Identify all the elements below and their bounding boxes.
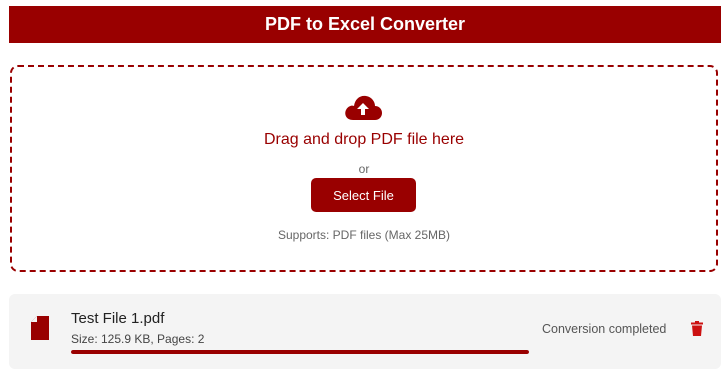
drop-zone-title: Drag and drop PDF file here [263, 131, 465, 148]
conversion-status: Conversion completed [542, 322, 667, 336]
file-meta: Size: 125.9 KB, Pages: 2 [71, 332, 205, 346]
file-name: Test File 1.pdf [71, 310, 165, 327]
conversion-progress [71, 350, 529, 354]
pdf-file-icon [31, 316, 49, 340]
app-header: PDF to Excel Converter [9, 6, 721, 43]
trash-icon[interactable] [691, 321, 703, 336]
progress-fill [71, 350, 529, 354]
drop-zone-or: or [358, 162, 370, 176]
supported-formats-text: Supports: PDF files (Max 25MB) [277, 228, 451, 242]
cloud-upload-icon [345, 95, 382, 120]
page-title: PDF to Excel Converter [264, 14, 466, 34]
select-file-button[interactable]: Select File [311, 178, 416, 212]
